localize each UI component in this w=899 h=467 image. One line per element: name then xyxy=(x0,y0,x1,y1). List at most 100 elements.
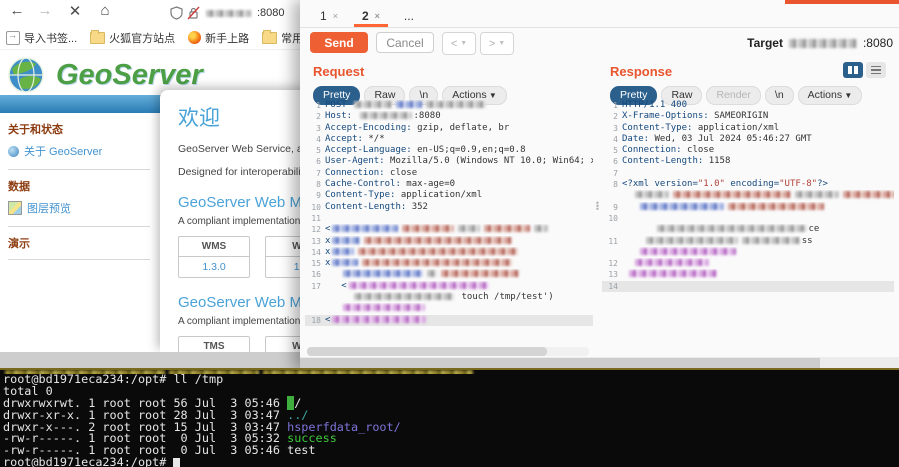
geoserver-logo-text: GeoServer xyxy=(56,59,203,92)
terminal-cursor xyxy=(173,458,180,467)
divider-handle-icon: ••• xyxy=(596,202,599,211)
close-tab-icon[interactable]: × xyxy=(333,11,338,21)
redacted-blur xyxy=(332,316,426,323)
redacted-blur xyxy=(402,225,454,232)
forward-icon[interactable]: → xyxy=(34,2,56,19)
text-segment xyxy=(325,269,341,279)
welcome-title: 欢迎 xyxy=(178,102,310,132)
text-segment xyxy=(622,258,633,268)
text-segment: 352 xyxy=(412,202,428,212)
editor-line-content: RL xyxy=(622,190,894,201)
editor-line: touch /tmp/test') xyxy=(305,292,593,303)
text-segment: Accept-Encoding: xyxy=(325,123,417,133)
service-box-version[interactable]: 1.3.0 xyxy=(179,257,249,277)
request-editor[interactable]: 1POST 2Host: :80803Accept-Encoding: gzip… xyxy=(305,100,593,345)
editor-line-content: Host: :8080 xyxy=(325,111,593,122)
redacted-blur xyxy=(484,225,530,232)
redacted-blur xyxy=(5,370,165,374)
editor-line-content xyxy=(622,247,894,258)
service-box-name: TMS xyxy=(179,337,249,352)
editor-line-content: Connection: close xyxy=(622,145,894,156)
redacted-blur xyxy=(362,259,512,266)
send-button[interactable]: Send xyxy=(310,32,368,53)
repeater-tab[interactable]: 2× xyxy=(350,4,392,27)
close-tab-icon[interactable]: × xyxy=(375,11,380,21)
map-icon xyxy=(8,201,22,215)
redacted-blur xyxy=(640,248,736,255)
history-back-button[interactable]: <▼ xyxy=(442,32,476,55)
repeater-tab-label: ... xyxy=(404,9,414,23)
line-number: 9 xyxy=(602,202,622,213)
text-segment xyxy=(622,247,638,257)
home-icon[interactable]: ⌂ xyxy=(94,2,116,19)
editor-line-content: < xyxy=(325,224,593,235)
text-segment: encoding= xyxy=(725,179,779,189)
rows-layout-button[interactable] xyxy=(866,62,886,78)
text-segment: "1.0" xyxy=(698,179,725,189)
repeater-tab-bar: 1×2×... xyxy=(300,4,899,28)
redacted-blur xyxy=(728,203,824,210)
redacted-blur xyxy=(349,282,489,289)
back-icon[interactable]: ← xyxy=(6,2,28,19)
redacted-blur xyxy=(332,248,354,255)
service-section-title: GeoServer Web Map xyxy=(178,194,310,211)
address-bar[interactable]: :8080 xyxy=(170,3,285,23)
redacted-blur xyxy=(426,101,486,108)
bookmark-label: 导入书签... xyxy=(24,30,77,46)
line-number: 3 xyxy=(305,123,325,134)
text-segment: ce xyxy=(809,224,820,234)
editor-line: 14x xyxy=(305,247,593,258)
url-port-text: :8080 xyxy=(257,7,285,19)
layout-buttons xyxy=(843,62,886,78)
caret-down-icon: ▼ xyxy=(487,91,497,100)
bookmark-item[interactable]: 导入书签... xyxy=(6,30,77,46)
line-number: 11 xyxy=(305,213,325,224)
editor-line: 9 xyxy=(602,202,894,213)
editor-line-content: Accept-Encoding: gzip, deflate, br xyxy=(325,123,593,134)
editor-line: 13 xyxy=(602,269,894,280)
stop-icon[interactable]: ✕ xyxy=(64,2,86,20)
terminal-window[interactable]: root@bd1971eca234:/opt# ll /tmptotal 0dr… xyxy=(0,368,899,467)
sidebar-link-label: 关于 GeoServer xyxy=(24,143,102,159)
text-segment: User-Agent: xyxy=(325,156,390,166)
sidebar-link[interactable]: 关于 GeoServer xyxy=(0,139,158,163)
editor-line: 1HTTP/1.1 400 xyxy=(602,100,894,111)
editor-line: 5Connection: close xyxy=(602,145,894,156)
text-segment: */* xyxy=(368,134,384,144)
caret-down-icon: ▼ xyxy=(498,40,505,47)
text-segment xyxy=(622,190,633,200)
caret-down-icon: ▼ xyxy=(842,91,852,100)
browser-window: ← → ✕ ⌂ :8080 导入书签...火狐官方站点新手上路常用网址JD京东 xyxy=(0,0,310,368)
response-editor[interactable]: 1HTTP/1.1 4002X-Frame-Options: SAMEORIGI… xyxy=(602,100,894,345)
repeater-tab[interactable]: 1× xyxy=(308,4,350,27)
line-number: 9 xyxy=(305,190,325,201)
service-box[interactable]: TMS1.0.0 xyxy=(178,336,250,352)
text-segment: :8080 xyxy=(414,111,441,121)
text-segment xyxy=(622,224,655,234)
columns-layout-button[interactable] xyxy=(843,62,863,78)
text-segment xyxy=(325,292,352,302)
text-segment: Content-Type: xyxy=(622,123,698,133)
target-indicator[interactable]: Target :8080 xyxy=(747,36,893,50)
line-number: 5 xyxy=(602,145,622,156)
service-section-subtitle: A compliant implementation of W xyxy=(178,216,310,227)
line-number: 1 xyxy=(305,100,325,111)
panel-divider[interactable]: ••• xyxy=(593,56,602,357)
bookmark-item[interactable]: 火狐官方站点 xyxy=(90,30,175,46)
sidebar-link[interactable]: 图层预览 xyxy=(0,196,158,220)
repeater-tab-label: 1 xyxy=(320,9,327,23)
geoserver-logo: GeoServer xyxy=(6,55,203,95)
request-hscrollbar[interactable] xyxy=(307,347,589,356)
bookmark-item[interactable]: 新手上路 xyxy=(188,30,249,46)
editor-line-content xyxy=(622,202,894,213)
text-segment xyxy=(622,202,638,212)
redacted-blur xyxy=(629,270,717,277)
line-number: 13 xyxy=(602,269,622,280)
redacted-blur xyxy=(441,270,519,277)
repeater-tab[interactable]: ... xyxy=(392,4,426,27)
text-segment: SAMEORIGIN xyxy=(714,111,768,121)
cancel-button[interactable]: Cancel xyxy=(376,32,434,53)
service-box[interactable]: WMS1.3.0 xyxy=(178,236,250,278)
editor-line: 9Content-Type: application/xml xyxy=(305,190,593,201)
history-forward-button[interactable]: >▼ xyxy=(480,32,514,55)
